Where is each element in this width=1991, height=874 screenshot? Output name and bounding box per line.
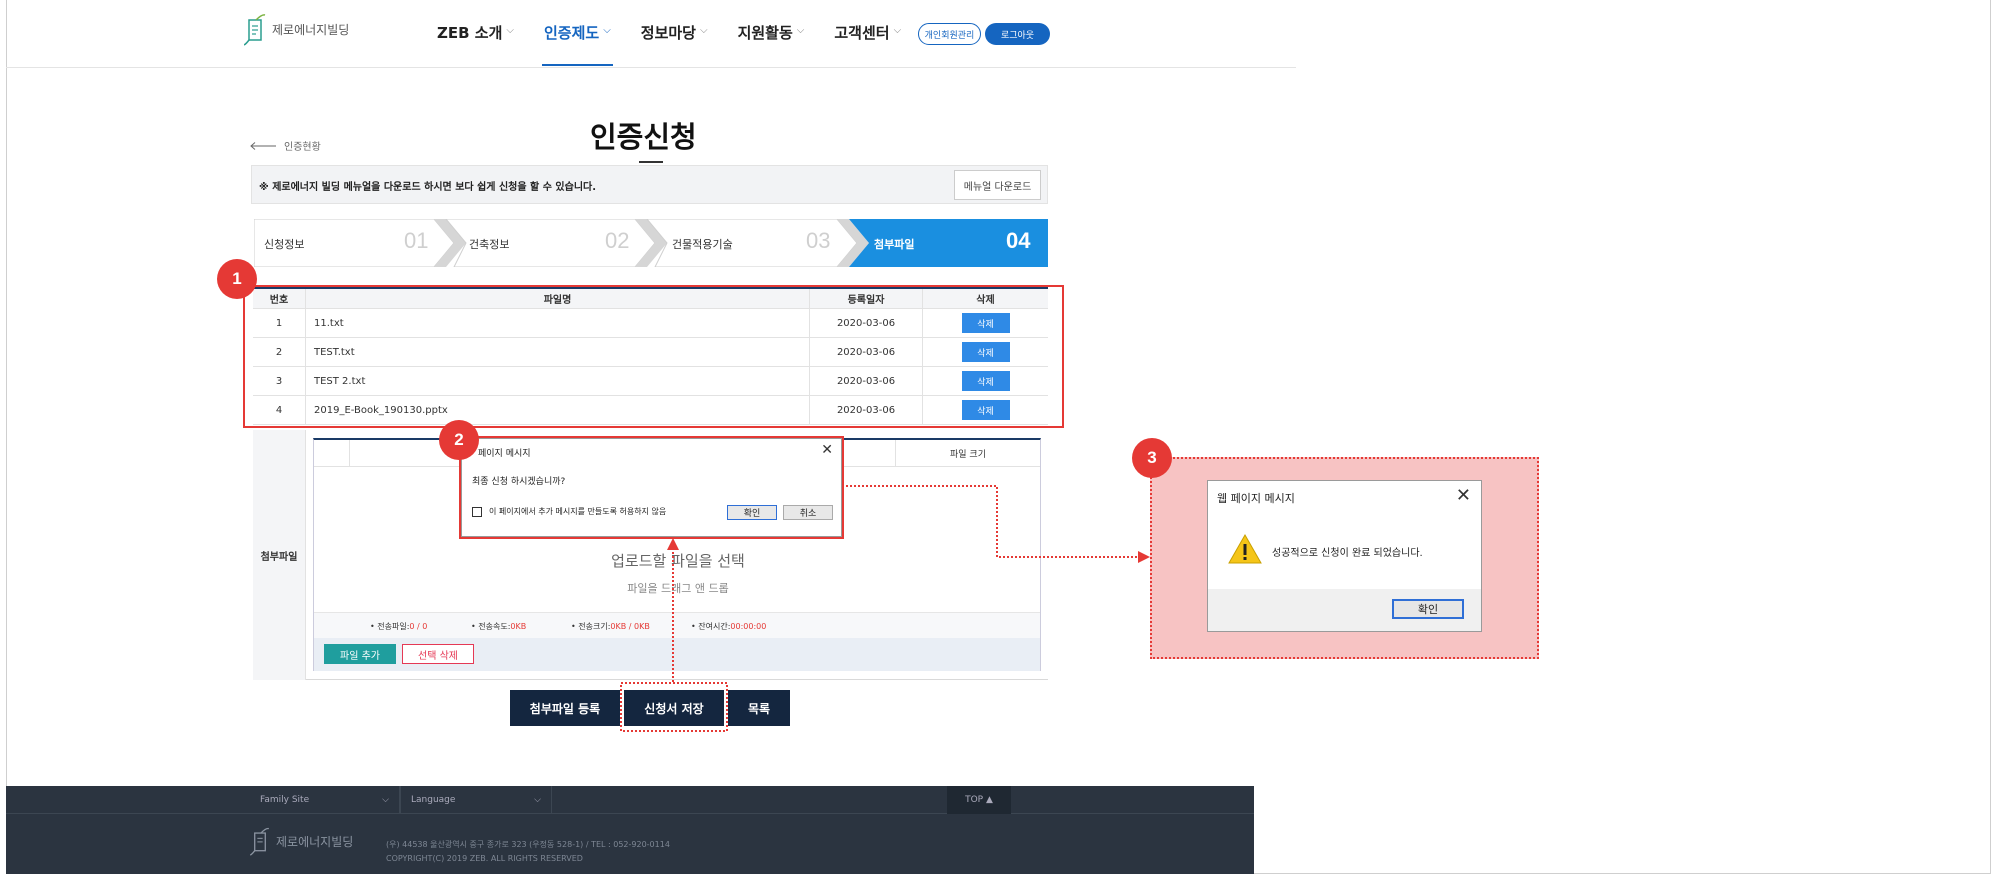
suppress-checkbox[interactable]: [472, 507, 482, 517]
completion-ok-button[interactable]: 확인: [1392, 599, 1464, 619]
annotation-marker-3: 3: [1132, 438, 1172, 478]
confirm-dialog: 페이지 메시지 ✕ 최종 신청 하시겠습니까? 이 페이지에서 추가 메시지를 …: [461, 438, 842, 537]
dialog-message: 성공적으로 신청이 완료 되었습니다.: [1272, 548, 1423, 559]
annotation-marker-2: 2: [439, 420, 479, 460]
confirm-ok-button[interactable]: 확인: [727, 505, 777, 520]
confirm-cancel-button[interactable]: 취소: [783, 505, 833, 520]
dialog-title: 페이지 메시지: [478, 449, 531, 459]
dialog-footer: 확인: [1208, 589, 1481, 631]
warning-icon: [1228, 534, 1262, 564]
dialog-message: 최종 신청 하시겠습니까?: [472, 477, 566, 487]
close-icon[interactable]: ✕: [821, 442, 833, 458]
annotation-connectors: [620, 485, 1150, 732]
suppress-checkbox-label: 이 페이지에서 추가 메시지를 만들도록 허용하지 않음: [489, 507, 667, 516]
dialog-title: 웹 페이지 메시지: [1217, 492, 1295, 505]
completion-dialog: 웹 페이지 메시지 ✕ 성공적으로 신청이 완료 되었습니다. 확인: [1207, 480, 1482, 632]
close-icon[interactable]: ✕: [1456, 485, 1471, 506]
